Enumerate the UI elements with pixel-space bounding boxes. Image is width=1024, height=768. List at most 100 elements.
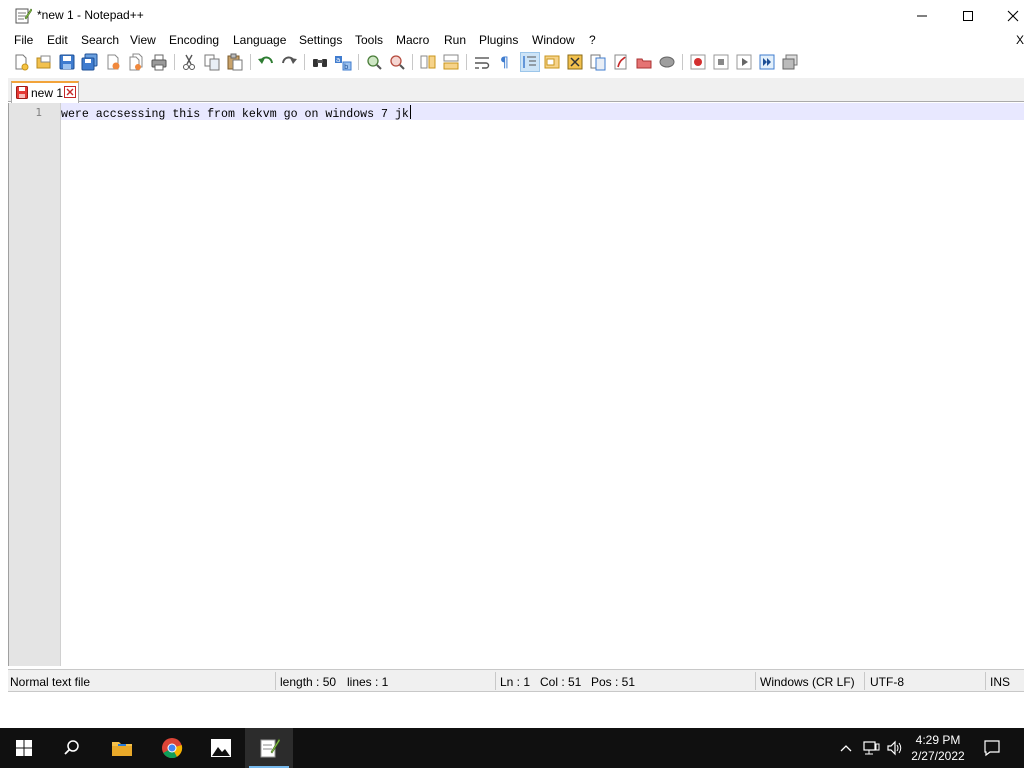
run-macro-multiple-icon[interactable] [758, 53, 776, 71]
zoom-in-icon[interactable] [365, 53, 383, 71]
status-separator [864, 672, 865, 690]
photos-icon [211, 739, 231, 757]
close-all-icon[interactable] [127, 53, 145, 71]
menu-macro[interactable]: Macro [396, 33, 429, 48]
photos-button[interactable] [197, 728, 245, 768]
maximize-icon [963, 10, 973, 21]
status-separator [275, 672, 276, 690]
close-button[interactable] [990, 0, 1024, 31]
minimize-button[interactable] [899, 0, 945, 31]
show-hidden-icons-button[interactable] [836, 728, 856, 768]
sync-vertical-icon[interactable] [419, 53, 437, 71]
doc-switcher-icon[interactable] [635, 53, 653, 71]
stop-recording-icon[interactable] [712, 53, 730, 71]
redo-icon[interactable] [280, 53, 298, 71]
toolbar-separator [466, 54, 467, 70]
svg-text:a: a [336, 56, 340, 64]
menu-bar: File Edit Search View Encoding Language … [0, 31, 1024, 50]
menu-file[interactable]: File [14, 33, 33, 48]
speaker-icon [887, 740, 902, 756]
status-insert-mode[interactable]: INS [990, 675, 1010, 689]
status-lines: lines : 1 [347, 675, 389, 689]
menu-close-document[interactable]: X [1016, 33, 1024, 48]
start-button[interactable] [0, 728, 48, 768]
close-icon [1007, 10, 1019, 21]
user-defined-language-icon[interactable] [543, 53, 561, 71]
text-editor[interactable]: 1 were accsessing this from kekvm go on … [8, 103, 1024, 666]
editor-line[interactable]: were accsessing this from kekvm go on wi… [61, 105, 411, 122]
svg-text:b: b [344, 63, 349, 71]
chrome-button[interactable] [148, 728, 196, 768]
paste-icon[interactable] [226, 53, 244, 71]
status-line: Ln : 1 [500, 675, 531, 689]
menu-search[interactable]: Search [81, 33, 119, 48]
status-file-type: Normal text file [10, 675, 91, 689]
new-file-icon[interactable] [12, 53, 30, 71]
menu-window[interactable]: Window [532, 33, 575, 48]
record-macro-icon[interactable] [689, 53, 707, 71]
tab-close-icon[interactable] [64, 86, 76, 98]
monitoring-icon[interactable] [658, 53, 676, 71]
menu-encoding[interactable]: Encoding [169, 33, 219, 48]
menu-run[interactable]: Run [444, 33, 466, 48]
tab-new-1[interactable]: new 1 [11, 81, 79, 103]
menu-tools[interactable]: Tools [355, 33, 383, 48]
minimize-icon [917, 15, 927, 16]
menu-edit[interactable]: Edit [47, 33, 68, 48]
cut-icon[interactable] [180, 53, 198, 71]
menu-plugins[interactable]: Plugins [479, 33, 518, 48]
folder-as-workspace-icon[interactable] [612, 53, 630, 71]
menu-language[interactable]: Language [233, 33, 286, 48]
system-clock[interactable]: 4:29 PM 2/27/2022 [904, 732, 972, 764]
maximize-button[interactable] [945, 0, 991, 31]
chrome-icon [162, 738, 183, 759]
undo-icon[interactable] [257, 53, 275, 71]
status-separator [755, 672, 756, 690]
sync-horizontal-icon[interactable] [442, 53, 460, 71]
action-center-button[interactable] [978, 728, 1006, 768]
tab-label: new 1 [31, 86, 64, 100]
save-macro-icon[interactable] [781, 53, 799, 71]
print-icon[interactable] [150, 53, 168, 71]
show-all-characters-icon[interactable]: ¶ [496, 53, 514, 71]
line-number-gutter: 1 [9, 103, 61, 666]
menu-help[interactable]: ? [589, 33, 596, 48]
folder-icon [112, 742, 132, 756]
menu-settings[interactable]: Settings [299, 33, 342, 48]
find-icon[interactable] [311, 53, 329, 71]
status-position: Pos : 51 [591, 675, 636, 689]
play-macro-icon[interactable] [735, 53, 753, 71]
status-eol-format[interactable]: Windows (CR LF) [760, 675, 855, 689]
document-map-icon[interactable] [566, 53, 584, 71]
file-explorer-button[interactable] [98, 728, 146, 768]
line-content: were accsessing this from kekvm go on wi… [61, 108, 409, 121]
save-all-icon[interactable] [81, 53, 99, 71]
status-bar: Normal text file length : 50 lines : 1 L… [8, 669, 1024, 692]
menu-view[interactable]: View [130, 33, 156, 48]
save-icon[interactable] [58, 53, 76, 71]
volume-button[interactable] [884, 728, 906, 768]
unsaved-file-icon [16, 86, 28, 99]
svg-text:¶: ¶ [500, 55, 509, 71]
toolbar: ab ¶ [0, 51, 1024, 74]
toolbar-separator [358, 54, 359, 70]
zoom-out-icon[interactable] [388, 53, 406, 71]
clock-time: 4:29 PM [915, 733, 961, 747]
status-column: Col : 51 [540, 675, 582, 689]
replace-icon[interactable]: ab [334, 53, 352, 71]
toolbar-separator [304, 54, 305, 70]
windows-logo-icon [16, 740, 32, 756]
word-wrap-icon[interactable] [473, 53, 491, 71]
search-button[interactable] [48, 728, 96, 768]
indent-guide-icon[interactable] [520, 52, 540, 72]
open-file-icon[interactable] [35, 53, 53, 71]
network-button[interactable] [860, 728, 882, 768]
function-list-icon[interactable] [589, 53, 607, 71]
copy-icon[interactable] [203, 53, 221, 71]
notepad-plus-plus-taskbar-button[interactable] [245, 728, 293, 768]
chevron-up-icon [840, 745, 852, 752]
status-encoding[interactable]: UTF-8 [870, 675, 904, 689]
notification-icon [984, 740, 1000, 757]
toolbar-separator [682, 54, 683, 70]
close-file-icon[interactable] [104, 53, 122, 71]
